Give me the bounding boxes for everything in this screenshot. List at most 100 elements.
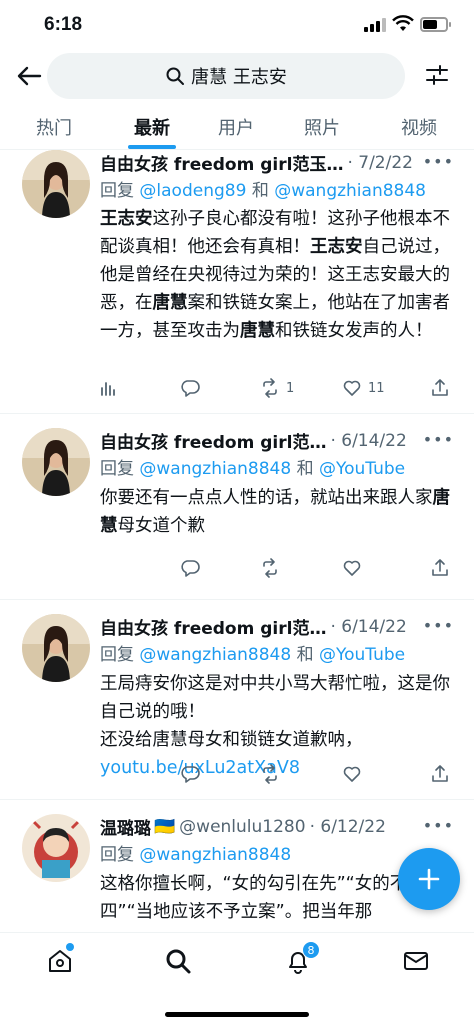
like-icon	[343, 380, 361, 396]
tab-latest[interactable]: 最新	[134, 114, 170, 140]
like-icon	[343, 766, 361, 782]
avatar[interactable]	[22, 614, 90, 682]
search-query: 唐慧 王志安	[191, 67, 287, 88]
text-part: 你要还有一点点人性的话，就站出来跟人家	[100, 488, 433, 508]
tweet-date: · 6/14/22	[330, 616, 407, 637]
reply-prefix: 回复	[100, 845, 134, 865]
compose-button[interactable]	[398, 848, 460, 910]
mention-link[interactable]: @wangzhian8848	[139, 845, 291, 865]
like-icon	[343, 560, 361, 576]
tweet[interactable]: 自由女孩 freedom girl范… · 6/14/22 ••• 回复 @wa…	[0, 414, 474, 600]
tweet[interactable]: 自由女孩 freedom girl范… · 6/14/22 ••• 回复 @wa…	[0, 600, 474, 800]
compose-icon	[418, 868, 440, 890]
status-time: 6:18	[44, 14, 83, 35]
reply-and: 和	[296, 645, 314, 665]
reply-context: 回复 @wangzhian8848 和 @YouTube	[100, 640, 405, 665]
search-input[interactable]: 唐慧 王志安	[47, 53, 405, 99]
reply-context: 回复 @wangzhian8848 和 @YouTube	[100, 454, 405, 479]
tweet-feed[interactable]: 自由女孩 freedom girl范玉… · 7/2/22 ••• 回复 @la…	[0, 150, 474, 932]
highlight: 唐慧	[152, 293, 188, 313]
tab-top[interactable]: 热门	[36, 114, 72, 140]
share-button[interactable]	[430, 378, 450, 398]
avatar[interactable]	[22, 814, 90, 882]
share-button[interactable]	[430, 764, 450, 784]
highlight: 王志安	[100, 209, 153, 229]
more-options-icon[interactable]: •••	[423, 152, 454, 171]
author-name[interactable]: 自由女孩 freedom girl范玉…	[100, 150, 343, 175]
text-line: 还没给唐慧母女和锁链女道歉呐，	[100, 730, 363, 750]
share-icon	[432, 765, 448, 782]
text-line: 王局痔安你这是对中共小骂大帮忙啦，这是你自己说的哦！	[100, 674, 450, 722]
reply-icon	[181, 766, 200, 783]
home-indicator	[165, 1012, 309, 1017]
share-icon	[432, 559, 448, 576]
text-part: 和铁链女发声的人！	[275, 321, 433, 341]
reply-prefix: 回复	[100, 181, 134, 201]
home-new-indicator	[66, 943, 74, 951]
like-button[interactable]: 11	[342, 378, 385, 398]
mention-link[interactable]: @YouTube	[319, 645, 405, 665]
mention-link[interactable]: @wangzhian8848	[139, 459, 291, 479]
active-tab-indicator	[128, 145, 176, 149]
reply-icon	[181, 560, 200, 577]
retweet-button[interactable]	[260, 764, 280, 784]
views-icon	[101, 382, 115, 396]
like-button[interactable]	[342, 558, 362, 578]
wifi-icon	[392, 15, 414, 31]
share-icon	[432, 379, 448, 396]
reply-and: 和	[251, 181, 269, 201]
reply-prefix: 回复	[100, 645, 134, 665]
more-options-icon[interactable]: •••	[423, 430, 454, 449]
highlight: 唐慧	[240, 321, 275, 341]
mention-link[interactable]: @YouTube	[319, 459, 405, 479]
reply-button[interactable]	[180, 764, 200, 784]
author-name[interactable]: 自由女孩 freedom girl范…	[100, 428, 326, 453]
reply-context: 回复 @wangzhian8848	[100, 840, 291, 865]
avatar[interactable]	[22, 150, 90, 218]
retweet-icon	[263, 378, 277, 398]
retweet-icon	[263, 558, 277, 578]
reply-button[interactable]	[180, 378, 200, 398]
views-button[interactable]	[98, 378, 118, 398]
more-options-icon[interactable]: •••	[423, 816, 454, 835]
back-arrow-icon[interactable]	[16, 64, 42, 88]
reply-prefix: 回复	[100, 459, 134, 479]
tweet-text: 王志安这孙子良心都没有啦！这孙子他根本不配谈真相！他还会有真相！王志安自己说过，…	[100, 205, 454, 345]
tweet-date: · 7/2/22	[347, 152, 413, 173]
tweet-date: · 6/14/22	[330, 430, 407, 451]
ukraine-flag: 🇺🇦	[154, 816, 176, 837]
home-icon[interactable]	[46, 947, 74, 975]
retweet-count: 1	[286, 380, 295, 396]
tab-photos[interactable]: 照片	[304, 114, 340, 140]
tweet[interactable]: 自由女孩 freedom girl范玉… · 7/2/22 ••• 回复 @la…	[0, 150, 474, 414]
reply-icon	[181, 380, 200, 397]
messages-icon[interactable]	[402, 947, 430, 975]
author-name[interactable]: 自由女孩 freedom girl范…	[100, 614, 326, 639]
mention-link[interactable]: @wangzhian8848	[139, 645, 291, 665]
text-part: 母女道个歉	[117, 516, 206, 536]
tweet-text: 你要还有一点点人性的话，就站出来跟人家唐慧母女道个歉	[100, 484, 454, 540]
mention-link[interactable]: @wangzhian8848	[274, 181, 426, 201]
reply-and: 和	[296, 459, 314, 479]
reply-button[interactable]	[180, 558, 200, 578]
notification-count-badge: 8	[302, 941, 320, 959]
tweet-actions	[98, 764, 454, 788]
filter-icon[interactable]	[424, 62, 450, 88]
tweet-date: · 6/12/22	[309, 816, 386, 837]
like-button[interactable]	[342, 764, 362, 784]
retweet-button[interactable]: 1	[260, 378, 294, 398]
search-tabs: 热门 最新 用户 照片 视频	[0, 104, 474, 150]
author-name[interactable]: 温璐璐	[100, 814, 151, 839]
author-handle: @wenlulu1280	[179, 816, 306, 837]
tab-videos[interactable]: 视频	[401, 114, 437, 140]
search-nav-icon[interactable]	[164, 947, 192, 975]
battery-icon	[420, 17, 451, 32]
retweet-button[interactable]	[260, 558, 280, 578]
search-icon	[166, 67, 185, 85]
avatar[interactable]	[22, 428, 90, 496]
more-options-icon[interactable]: •••	[423, 616, 454, 635]
mention-link[interactable]: @laodeng89	[139, 181, 246, 201]
highlight: 王志安	[310, 237, 363, 257]
tab-people[interactable]: 用户	[218, 114, 254, 140]
share-button[interactable]	[430, 558, 450, 578]
